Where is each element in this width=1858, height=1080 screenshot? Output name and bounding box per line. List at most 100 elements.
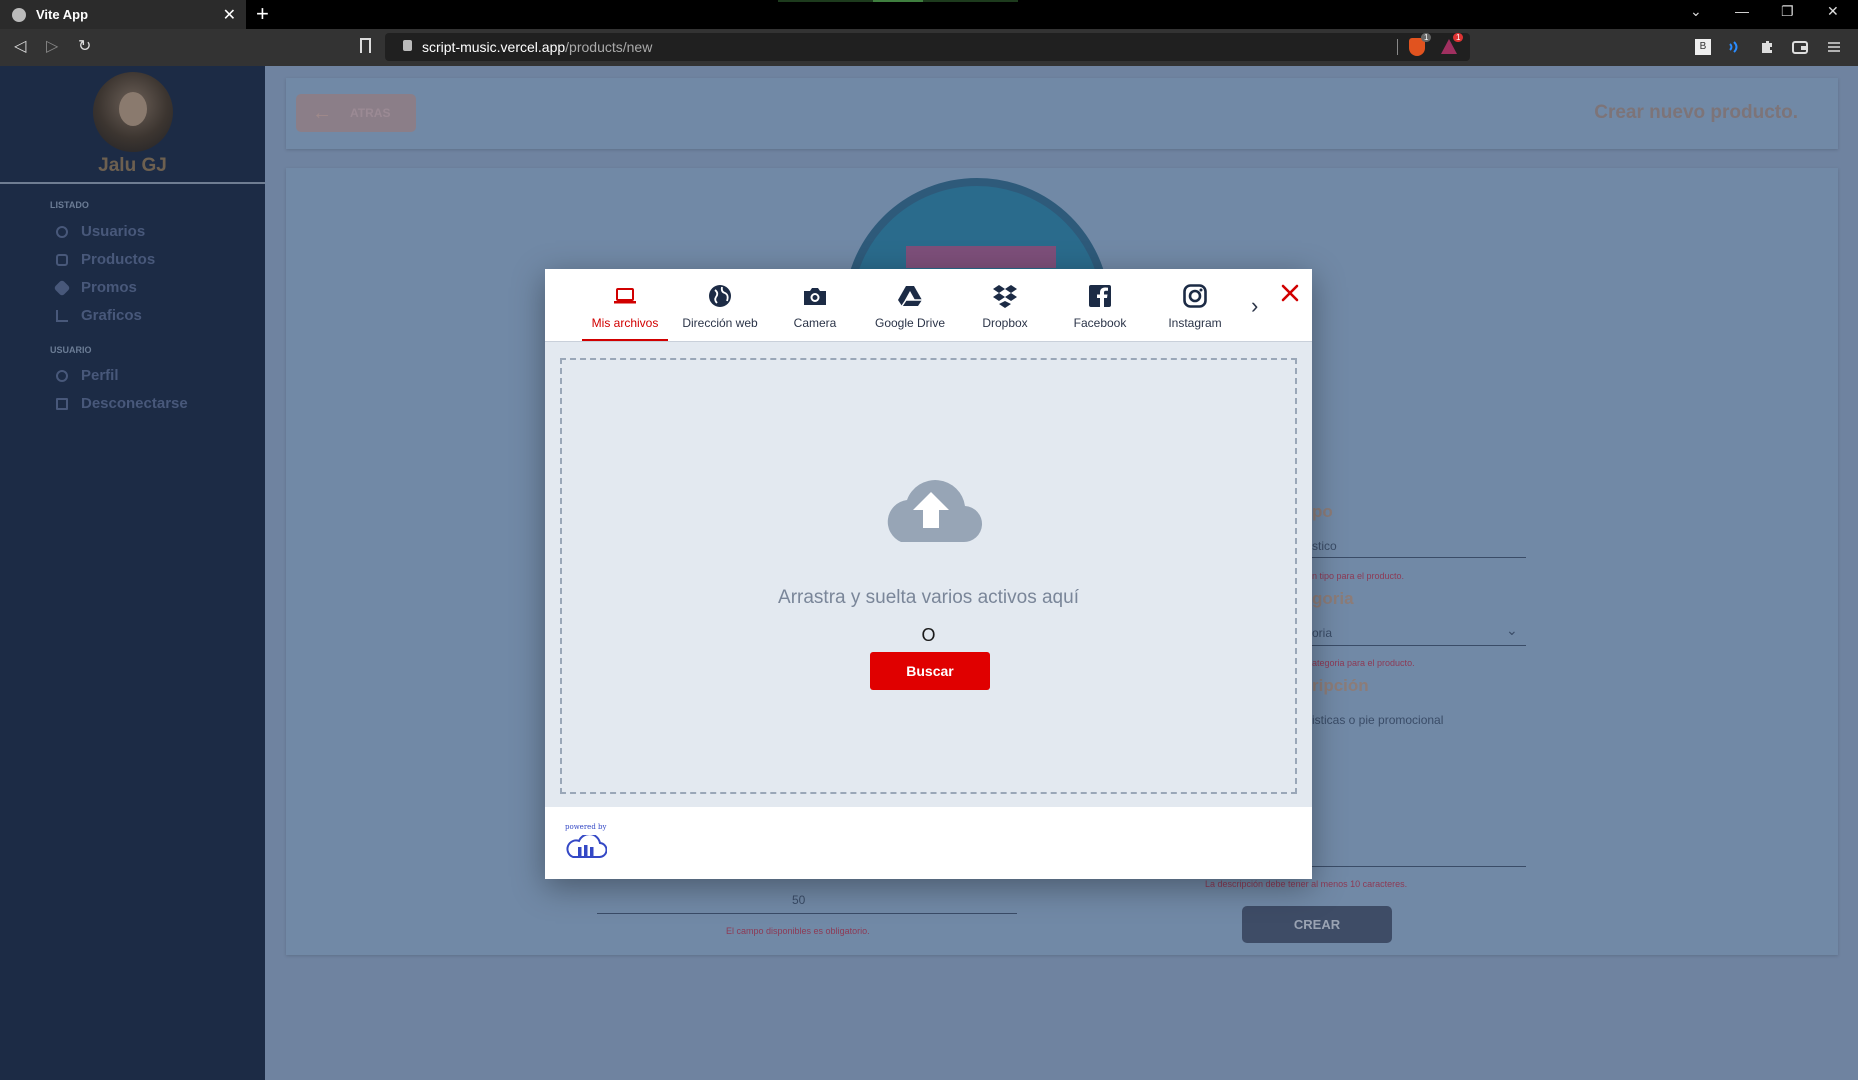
- window-close-button[interactable]: ✕: [1827, 3, 1839, 20]
- browse-button[interactable]: Buscar: [870, 652, 990, 690]
- tipo-error: n tipo para el producto.: [1312, 571, 1405, 581]
- reload-icon[interactable]: ↻: [78, 37, 91, 57]
- bookmark-icon[interactable]: [360, 38, 371, 53]
- camera-icon: [804, 288, 826, 305]
- facebook-icon: [1089, 285, 1111, 307]
- back-button-label: ATRAS: [350, 106, 391, 120]
- lock-icon: [403, 40, 412, 51]
- url-text: script-music.vercel.app/products/new: [422, 39, 653, 55]
- tipo-input[interactable]: stico: [1312, 539, 1337, 553]
- descripcion-label: ripción: [1312, 676, 1369, 695]
- tab-close-icon[interactable]: ✕: [223, 5, 236, 25]
- tipo-underline: [1312, 557, 1526, 558]
- tipo-label: po: [1312, 502, 1333, 521]
- logout-icon: [56, 397, 68, 410]
- browser-toolbar: ◁ ▷ ↻ script-music.vercel.app/products/n…: [0, 29, 1858, 66]
- loading-indicator: [778, 0, 1018, 2]
- categoria-select[interactable]: oria: [1312, 626, 1332, 640]
- tab-instagram[interactable]: Instagram: [1150, 269, 1240, 341]
- chevron-down-icon[interactable]: ⌄: [1506, 622, 1518, 639]
- header-card: ← ATRAS Crear nuevo producto.: [286, 78, 1838, 149]
- sidebar-item-label: Productos: [81, 251, 156, 268]
- store-icon: [56, 253, 68, 266]
- cloud-upload-icon: [887, 480, 983, 543]
- avatar[interactable]: [93, 72, 173, 152]
- google-drive-icon: [898, 286, 922, 307]
- restore-button[interactable]: ❐: [1781, 3, 1794, 20]
- tab-facebook[interactable]: Facebook: [1055, 269, 1145, 341]
- laptop-icon: [614, 288, 636, 304]
- drop-instructions: Arrastra y suelta varios activos aquí: [778, 587, 1079, 608]
- shield-badge: 1: [1421, 33, 1432, 42]
- sidebar-item-graficos[interactable]: Graficos: [56, 307, 142, 324]
- categoria-label: goria: [1312, 589, 1354, 608]
- dropbox-icon: [993, 285, 1017, 308]
- browser-tab[interactable]: Vite App ✕: [0, 0, 246, 29]
- instagram-icon: [1183, 284, 1207, 308]
- tab-label: Google Drive: [874, 316, 946, 330]
- sidebar-item-label: Perfil: [81, 367, 119, 384]
- back-button[interactable]: ← ATRAS: [296, 94, 416, 132]
- bar-chart-icon: [56, 309, 68, 322]
- wallet-icon[interactable]: [1792, 39, 1808, 55]
- forward-nav-icon[interactable]: ▷: [46, 37, 58, 57]
- tab-mis-archivos[interactable]: Mis archivos: [580, 269, 670, 341]
- disponibles-error: El campo disponibles es obligatorio.: [726, 926, 870, 936]
- favicon-icon: [12, 7, 26, 22]
- categoria-underline: [1312, 645, 1526, 646]
- upload-modal: Mis archivos Dirección web Camera Google…: [545, 269, 1312, 879]
- minimize-button[interactable]: —: [1735, 3, 1749, 19]
- dropzone[interactable]: Arrastra y suelta varios activos aquí O …: [560, 358, 1297, 794]
- tab-label: Dirección web: [682, 316, 758, 330]
- sidebar-item-promos[interactable]: Promos: [53, 279, 137, 296]
- section-title-listado: LISTADO: [50, 200, 89, 210]
- sidebar-item-usuarios[interactable]: Usuarios: [56, 223, 145, 240]
- tab-label: Mis archivos: [591, 316, 659, 330]
- arrow-left-icon: ←: [312, 101, 332, 124]
- tab-dropbox[interactable]: Dropbox: [960, 269, 1050, 341]
- tab-google-drive[interactable]: Google Drive: [865, 269, 955, 341]
- extensions-puzzle-icon[interactable]: [1759, 39, 1775, 55]
- tab-label: Facebook: [1073, 316, 1127, 330]
- descripcion-underline: [1312, 866, 1526, 867]
- sidebar-item-label: Graficos: [81, 307, 142, 324]
- new-tab-button[interactable]: +: [256, 2, 269, 26]
- extension-b-icon[interactable]: B: [1695, 39, 1711, 55]
- user-name: Jalu GJ: [98, 155, 167, 176]
- back-nav-icon[interactable]: ◁: [14, 37, 26, 57]
- url-separator: [1397, 39, 1398, 55]
- profile-icon: [56, 369, 68, 382]
- upload-body: Arrastra y suelta varios activos aquí O …: [545, 342, 1312, 807]
- tab-direccion-web[interactable]: Dirección web: [675, 269, 765, 341]
- page-title: Crear nuevo producto.: [1594, 102, 1798, 123]
- user-icon: [56, 225, 68, 238]
- tab-camera[interactable]: Camera: [770, 269, 860, 341]
- source-tabs: Mis archivos Dirección web Camera Google…: [545, 269, 1312, 342]
- menu-icon[interactable]: [1826, 39, 1842, 55]
- descripcion-error: La descripción debe tener al menos 10 ca…: [1205, 879, 1408, 889]
- sidebar: Jalu GJ LISTADO Usuarios Productos Promo…: [0, 66, 265, 1080]
- sidebar-item-perfil[interactable]: Perfil: [56, 367, 119, 384]
- section-title-usuario: USUARIO: [50, 345, 92, 355]
- sidebar-item-desconectarse[interactable]: Desconectarse: [56, 395, 188, 412]
- close-icon[interactable]: [1278, 281, 1302, 305]
- globe-icon: [709, 285, 731, 307]
- tab-label: Instagram: [1168, 316, 1222, 330]
- tabs-next-icon[interactable]: ›: [1251, 293, 1258, 319]
- sidebar-item-productos[interactable]: Productos: [56, 251, 155, 268]
- disponibles-underline: [597, 913, 1017, 914]
- address-bar[interactable]: script-music.vercel.app/products/new 1 1: [385, 33, 1470, 61]
- sidebar-divider: [0, 182, 265, 184]
- sidebar-item-label: Usuarios: [81, 223, 146, 240]
- wallet-sound-icon[interactable]: [1727, 39, 1743, 55]
- disponibles-input[interactable]: 50: [792, 893, 805, 907]
- descripcion-input[interactable]: isticas o pie promocional: [1312, 713, 1443, 727]
- cloudinary-logo-icon[interactable]: [565, 835, 607, 859]
- create-button[interactable]: CREAR: [1242, 906, 1392, 943]
- sidebar-item-label: Desconectarse: [81, 395, 188, 412]
- tab-search-icon[interactable]: ⌄: [1690, 3, 1702, 20]
- tab-title: Vite App: [36, 7, 89, 22]
- browser-tab-bar: Vite App ✕ + ⌄ — ❐ ✕: [0, 0, 1858, 29]
- tab-label: Dropbox: [982, 316, 1028, 330]
- categoria-error: ategoria para el producto.: [1312, 658, 1415, 668]
